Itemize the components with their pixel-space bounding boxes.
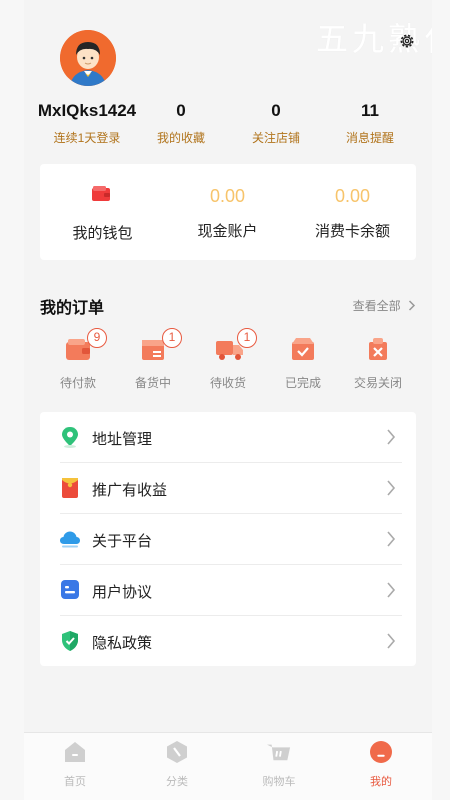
view-all-label: 查看全部 (352, 299, 401, 313)
close-bag-icon (369, 338, 387, 360)
menu-label: 用户协议 (92, 584, 153, 601)
chevron-right-icon (387, 531, 396, 547)
chevron-right-icon (387, 429, 396, 445)
preparing-badge: 1 (162, 328, 182, 348)
stat-favorites[interactable]: 0 我的收藏 (126, 100, 236, 146)
cash-account[interactable]: 0.00 现金账户 (165, 164, 290, 260)
menu-item-promotion[interactable]: 推广有收益 (40, 463, 416, 514)
order-pending-payment[interactable]: 9 待付款 (40, 328, 116, 391)
menu-item-about[interactable]: 关于平台 (40, 514, 416, 565)
box-check-icon (292, 338, 314, 360)
location-pin-icon (62, 427, 78, 448)
tab-cart[interactable]: 购物车 (228, 733, 330, 793)
chevron-right-icon (387, 633, 396, 649)
home-icon (65, 742, 85, 762)
tab-label: 分类 (166, 776, 188, 788)
profile-stats: MxIQks1424 连续1天登录 0 我的收藏 0 关注店铺 11 消息提醒 (24, 100, 432, 150)
cloud-icon (60, 531, 80, 548)
wallet-card: 我的钱包 0.00 现金账户 0.00 消费卡余额 (40, 164, 416, 260)
order-completed[interactable]: 已完成 (265, 330, 341, 391)
cash-account-label: 现金账户 (197, 223, 258, 240)
profile-icon (370, 741, 392, 763)
order-label: 已完成 (284, 376, 321, 390)
card-balance-value: 0.00 (334, 186, 371, 206)
chevron-right-icon (408, 300, 416, 311)
menu-label: 地址管理 (92, 431, 153, 448)
stat-messages[interactable]: 11 消息提醒 (315, 100, 425, 146)
profile-screen: 五九熟化 MxIQks1424 连续1天登录 0 我的收藏 0 关 (24, 0, 432, 800)
menu-item-address[interactable]: 地址管理 (40, 412, 416, 463)
messages-label: 消息提醒 (345, 131, 394, 145)
tab-category[interactable]: 分类 (126, 733, 228, 793)
tab-home[interactable]: 首页 (24, 733, 126, 793)
favorites-label: 我的收藏 (156, 131, 205, 145)
pending-payment-badge: 9 (87, 328, 107, 348)
cash-balance: 0.00 (209, 186, 246, 206)
category-icon (167, 741, 187, 763)
favorites-count: 0 (176, 101, 186, 120)
tab-label: 购物车 (262, 776, 296, 788)
tab-label: 我的 (370, 776, 392, 788)
order-label: 交易关闭 (353, 376, 402, 390)
order-closed[interactable]: 交易关闭 (340, 330, 416, 391)
wallet-icon (92, 186, 110, 201)
settings-gear-icon[interactable] (398, 32, 416, 50)
menu-item-privacy-policy[interactable]: 隐私政策 (40, 616, 416, 667)
menu-label: 关于平台 (92, 533, 153, 550)
card-balance[interactable]: 0.00 消费卡余额 (290, 164, 415, 260)
red-envelope-icon (62, 478, 78, 498)
order-label: 备货中 (134, 376, 171, 390)
tab-profile[interactable]: 我的 (330, 733, 432, 793)
my-orders-title: 我的订单 (40, 300, 105, 317)
view-all-orders-link[interactable]: 查看全部 (353, 297, 416, 314)
chevron-right-icon (387, 480, 396, 496)
document-icon (61, 580, 79, 599)
shield-icon (62, 631, 78, 651)
order-status-row: 9 待付款 1 备货中 1 待收货 已完成 交易关闭 (24, 328, 432, 394)
my-wallet-button[interactable]: 我的钱包 (40, 164, 165, 260)
card-balance-label: 消费卡余额 (314, 223, 390, 240)
cart-icon (267, 744, 291, 761)
my-wallet-label: 我的钱包 (72, 225, 133, 242)
bottom-tab-bar: 首页 分类 购物车 我的 (24, 732, 432, 800)
order-preparing[interactable]: 1 备货中 (115, 328, 191, 391)
messages-count: 11 (361, 101, 379, 120)
avatar[interactable] (60, 30, 116, 86)
chevron-right-icon (387, 582, 396, 598)
menu-label: 推广有收益 (92, 482, 168, 499)
awaiting-delivery-badge: 1 (237, 328, 257, 348)
order-awaiting-delivery[interactable]: 1 待收货 (190, 328, 266, 391)
menu-label: 隐私政策 (92, 635, 153, 652)
tab-label: 首页 (64, 776, 86, 788)
order-label: 待付款 (59, 376, 96, 390)
order-label: 待收货 (209, 376, 246, 390)
settings-menu: 地址管理 推广有收益 关于平台 用户协议 隐私政策 (40, 412, 416, 666)
menu-item-user-agreement[interactable]: 用户协议 (40, 565, 416, 616)
